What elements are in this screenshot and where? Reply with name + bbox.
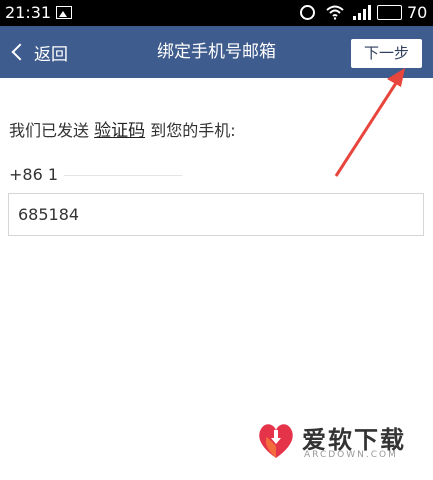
alarm-icon <box>300 5 315 20</box>
sent-prefix: 我们已发送 <box>9 121 90 140</box>
back-button[interactable]: 返回 <box>8 26 78 78</box>
back-label: 返回 <box>34 44 68 65</box>
phone-prefix: +86 1 <box>9 165 59 184</box>
image-icon <box>56 6 72 19</box>
phone-masked <box>64 175 183 176</box>
sent-message: 我们已发送 验证码 到您的手机: <box>9 116 236 141</box>
battery-icon <box>377 5 402 20</box>
next-step-button[interactable]: 下一步 <box>351 39 422 68</box>
status-bar: 21:31 70 <box>0 0 433 26</box>
chevron-left-icon <box>11 43 29 61</box>
watermark-subtitle: ARCDOWN.COM <box>304 450 398 460</box>
verification-code-link[interactable]: 验证码 <box>94 121 145 141</box>
battery-level: 70 <box>407 3 428 22</box>
signal-icon <box>353 5 371 20</box>
watermark: 爱软下载 ARCDOWN.COM <box>255 418 425 468</box>
sent-suffix: 到您的手机: <box>150 121 236 140</box>
wifi-icon <box>326 5 344 20</box>
status-time: 21:31 <box>5 3 52 22</box>
arcdown-logo-icon <box>259 424 293 458</box>
nav-bar: 返回 绑定手机号邮箱 下一步 <box>0 26 433 78</box>
phone-number: +86 1 <box>9 165 183 184</box>
verification-code-input[interactable]: 685184 <box>8 193 424 236</box>
